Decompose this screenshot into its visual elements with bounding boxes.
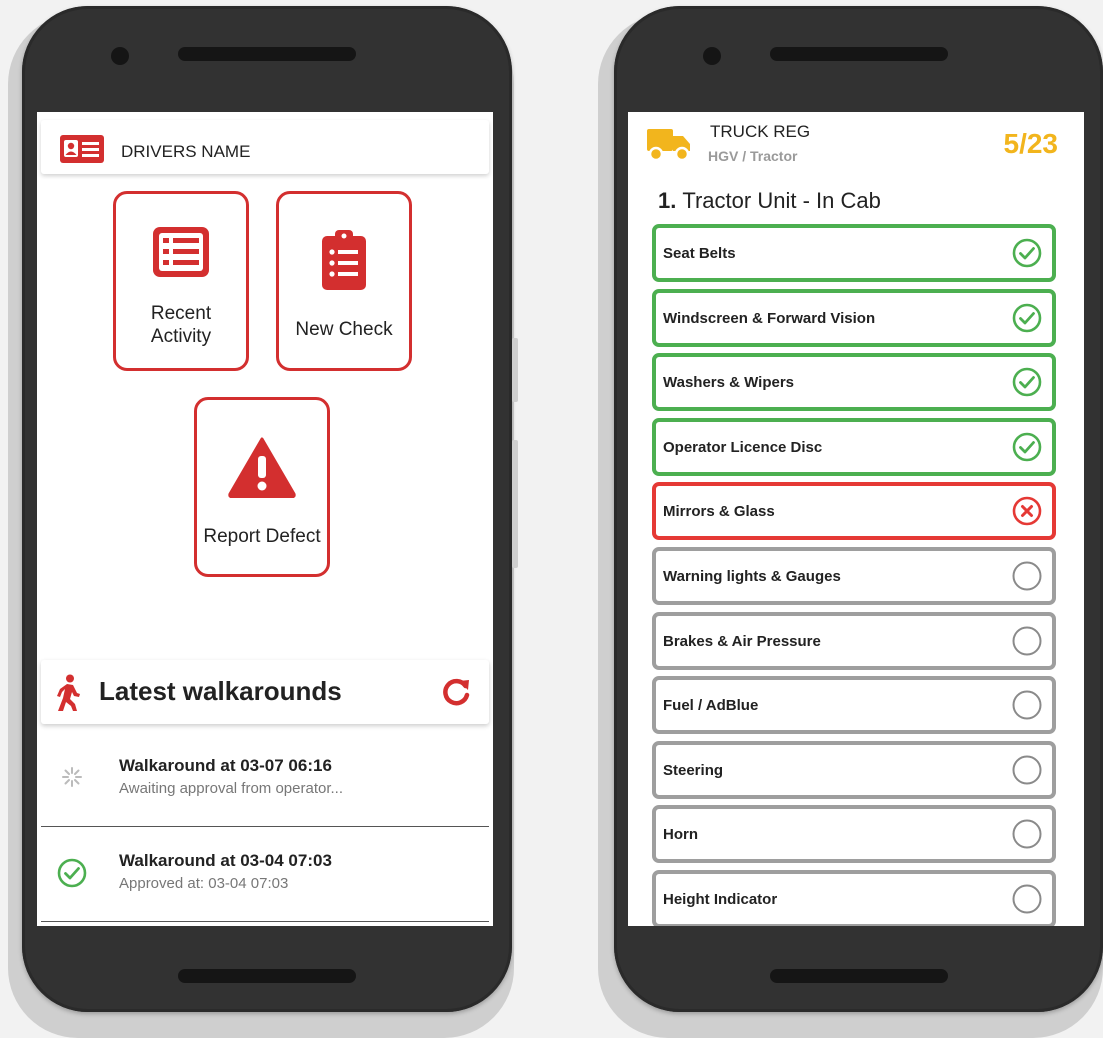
recent-activity-label: Recent Activity [150, 303, 212, 347]
checklist-item[interactable]: Horn [652, 805, 1056, 863]
check-circle-icon [57, 858, 87, 893]
left-phone: DRIVERS NAME Recent Activity New Check R… [22, 6, 512, 1012]
checklist-item[interactable]: Height Indicator [652, 870, 1056, 926]
checklist-item-label: Operator Licence Disc [663, 439, 823, 456]
left-phone-volume-button [512, 440, 518, 568]
checklist-item-label: Height Indicator [663, 891, 778, 908]
clipboard-list-icon [279, 230, 409, 298]
loading-spinner-icon [61, 766, 83, 793]
left-speaker-top [178, 47, 356, 61]
empty-circle-icon[interactable] [1012, 561, 1042, 591]
report-defect-tile[interactable]: Report Defect [194, 397, 330, 577]
walkaround-item[interactable]: Walkaround at 03-07 06:16 Awaiting appro… [41, 732, 489, 827]
latest-walkarounds-title: Latest walkarounds [99, 676, 342, 706]
warning-icon [197, 436, 327, 504]
check-circle-icon[interactable] [1012, 367, 1042, 397]
section-title: 1. Tractor Unit - In Cab [658, 188, 881, 214]
checklist-item[interactable]: Mirrors & Glass [652, 482, 1056, 540]
empty-circle-icon[interactable] [1012, 755, 1042, 785]
right-speaker-top [770, 47, 948, 61]
empty-circle-icon[interactable] [1012, 884, 1042, 914]
checklist-item-label: Fuel / AdBlue [663, 697, 759, 714]
right-phone: TRUCK REG HGV / Tractor 5/23 1. Tractor U… [614, 6, 1103, 1012]
checklist-item-label: Washers & Wipers [663, 374, 795, 391]
refresh-icon[interactable] [443, 678, 471, 711]
truck-reg: TRUCK REG [710, 122, 811, 141]
walkaround-item[interactable]: Walkaround at 03-04 07:03 Approved at: 0… [41, 827, 489, 922]
right-speaker-bottom [770, 969, 948, 983]
checklist-item[interactable]: Windscreen & Forward Vision [652, 289, 1056, 347]
driver-bar[interactable]: DRIVERS NAME [41, 120, 489, 174]
section-number: 1. [658, 188, 677, 213]
walkaround-title: Walkaround at 03-04 07:03 [119, 851, 332, 870]
left-speaker-bottom [178, 969, 356, 983]
checklist-item[interactable]: Seat Belts [652, 224, 1056, 282]
checklist-item[interactable]: Brakes & Air Pressure [652, 612, 1056, 670]
checklist-item-label: Brakes & Air Pressure [663, 633, 821, 650]
left-camera [111, 47, 129, 65]
empty-circle-icon[interactable] [1012, 819, 1042, 849]
checklist-item-label: Seat Belts [663, 245, 736, 262]
check-circle-icon[interactable] [1012, 303, 1042, 333]
check-progress: 5/23 [1003, 128, 1059, 159]
walking-person-icon [55, 674, 81, 717]
list-icon [116, 224, 246, 286]
recent-activity-tile[interactable]: Recent Activity [113, 191, 249, 371]
check-circle-icon[interactable] [1012, 238, 1042, 268]
walkaround-title: Walkaround at 03-07 06:16 [119, 756, 332, 775]
checklist-item[interactable]: Washers & Wipers [652, 353, 1056, 411]
empty-circle-icon[interactable] [1012, 690, 1042, 720]
checklist-item[interactable]: Warning lights & Gauges [652, 547, 1056, 605]
walkaround-subtitle: Awaiting approval from operator... [119, 780, 344, 797]
checklist-item[interactable]: Operator Licence Disc [652, 418, 1056, 476]
section-name: Tractor Unit - In Cab [682, 188, 881, 213]
right-screen: TRUCK REG HGV / Tractor 5/23 1. Tractor U… [628, 112, 1084, 926]
right-camera [703, 47, 721, 65]
report-defect-label: Report Defect [203, 526, 321, 547]
new-check-tile[interactable]: New Check [276, 191, 412, 371]
checklist-item-label: Steering [663, 762, 724, 779]
left-phone-side-button [512, 338, 518, 402]
truck-icon [646, 126, 692, 167]
check-circle-icon[interactable] [1012, 432, 1042, 462]
left-screen: DRIVERS NAME Recent Activity New Check R… [37, 112, 493, 926]
driver-name: DRIVERS NAME [121, 142, 251, 161]
checklist-item[interactable]: Steering [652, 741, 1056, 799]
checklist-item-label: Horn [663, 826, 698, 843]
x-circle-icon[interactable] [1012, 496, 1042, 526]
checklist-item[interactable]: Fuel / AdBlue [652, 676, 1056, 734]
checklist-item-label: Windscreen & Forward Vision [663, 310, 876, 327]
checklist-item-label: Mirrors & Glass [663, 503, 775, 520]
walkaround-subtitle: Approved at: 03-04 07:03 [119, 875, 289, 892]
empty-circle-icon[interactable] [1012, 626, 1042, 656]
new-check-label: New Check [295, 319, 393, 340]
latest-walkarounds-header: Latest walkarounds [41, 660, 489, 724]
checklist-item-label: Warning lights & Gauges [663, 568, 841, 585]
id-card-icon [59, 134, 105, 169]
vehicle-type: HGV / Tractor [708, 148, 798, 164]
